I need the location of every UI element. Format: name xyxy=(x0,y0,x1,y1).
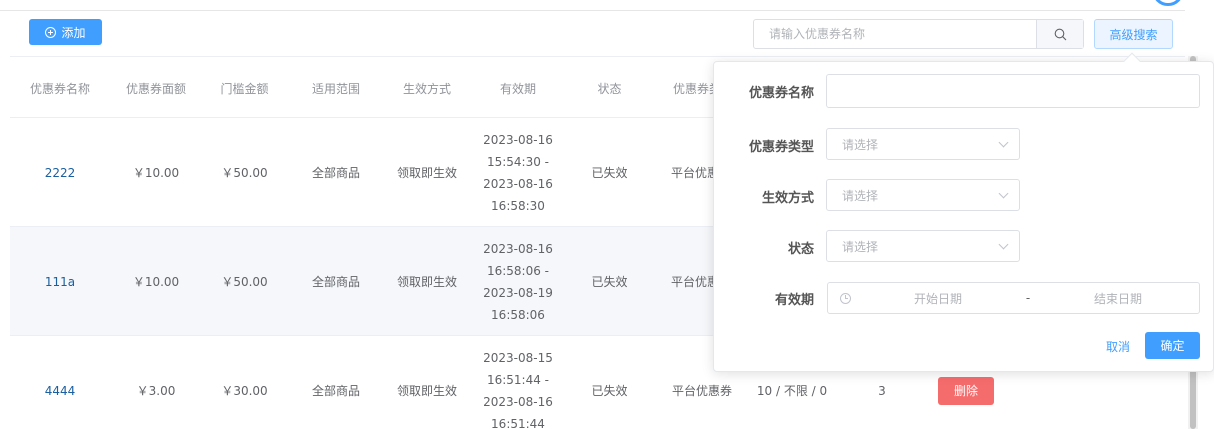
effect-mode: 领取即生效 xyxy=(396,166,457,180)
coupon-name-link[interactable]: 4444 xyxy=(10,336,110,429)
advanced-search-button[interactable]: 高级搜索 xyxy=(1094,19,1173,49)
coupon-amount: ￥10.00 xyxy=(132,275,180,289)
circle-plus-icon xyxy=(45,26,57,38)
header-divider xyxy=(0,10,1185,11)
advanced-search-popover: 优惠券名称 优惠券类型 请选择 生效方式 请选择 状态 请选择 有效期 开始日期… xyxy=(713,61,1214,372)
coupon-amount: ￥10.00 xyxy=(132,166,180,180)
effect-mode-select[interactable]: 请选择 xyxy=(826,179,1020,211)
clock-icon xyxy=(840,292,851,304)
confirm-button[interactable]: 确定 xyxy=(1145,332,1200,359)
search-icon xyxy=(1054,28,1066,40)
select-placeholder: 请选择 xyxy=(842,188,879,203)
scope: 全部商品 xyxy=(311,384,360,398)
search-button[interactable] xyxy=(1036,20,1083,48)
add-button-label: 添加 xyxy=(61,25,86,40)
coupon-name-field[interactable] xyxy=(826,74,1200,108)
coupon-type-select[interactable]: 请选择 xyxy=(826,128,1020,160)
effect-mode-label: 生效方式 xyxy=(761,191,814,206)
status-select[interactable]: 请选择 xyxy=(826,230,1020,262)
delete-button[interactable]: 删除 xyxy=(938,376,994,405)
column-header[interactable]: 门槛金额 xyxy=(202,57,287,119)
validity-date-range[interactable]: 开始日期 - 结束日期 xyxy=(827,282,1200,314)
coupon-list-page: 添加 高级搜索 优惠券名称 优惠券面额 门槛金额 适用范围 生效方式 有效期 状… xyxy=(0,0,1214,429)
column-header[interactable]: 优惠券名称 xyxy=(10,57,110,119)
status-badge: 已失效 xyxy=(591,275,628,289)
effect-mode: 领取即生效 xyxy=(396,275,457,289)
column-header[interactable]: 适用范围 xyxy=(287,57,385,119)
threshold-amount: ￥50.00 xyxy=(221,275,268,289)
threshold-amount: ￥30.00 xyxy=(221,384,268,398)
validity-period: 2023-08-16 16:58:06 - 2023-08-19 16:58:0… xyxy=(483,241,553,322)
threshold-amount: ￥50.00 xyxy=(221,166,268,180)
chevron-down-icon xyxy=(998,188,1009,198)
coupon-name-label: 优惠券名称 xyxy=(748,86,814,101)
cancel-button[interactable]: 取消 xyxy=(1106,338,1130,355)
select-placeholder: 请选择 xyxy=(842,239,879,254)
search-input[interactable] xyxy=(754,20,1036,48)
status-badge: 已失效 xyxy=(591,166,628,180)
select-placeholder: 请选择 xyxy=(842,137,879,152)
column-header[interactable]: 有效期 xyxy=(469,57,567,119)
validity-label: 有效期 xyxy=(774,293,814,308)
coupon-amount: ￥3.00 xyxy=(136,384,176,398)
avatar[interactable] xyxy=(1152,0,1184,6)
scope: 全部商品 xyxy=(311,166,360,180)
coupon-type-label: 优惠券类型 xyxy=(748,140,814,155)
coupon-name-link[interactable]: 2222 xyxy=(10,118,110,227)
effect-mode: 领取即生效 xyxy=(396,384,457,398)
status-label: 状态 xyxy=(787,242,814,257)
chevron-down-icon xyxy=(998,239,1009,249)
date-start-input[interactable]: 开始日期 xyxy=(863,290,1013,307)
coupon-name-link[interactable]: 111a xyxy=(10,227,110,336)
column-header[interactable]: 优惠券面额 xyxy=(110,57,202,119)
add-button[interactable]: 添加 xyxy=(29,19,102,45)
chevron-down-icon xyxy=(998,137,1009,147)
date-separator: - xyxy=(1025,291,1031,305)
column-header[interactable]: 生效方式 xyxy=(385,57,469,119)
scope: 全部商品 xyxy=(311,275,360,289)
status-badge: 已失效 xyxy=(591,384,628,398)
search-box xyxy=(753,19,1084,49)
coupon-name-input[interactable] xyxy=(827,75,1199,107)
validity-period: 2023-08-15 16:51:44 - 2023-08-16 16:51:4… xyxy=(483,350,553,429)
validity-period: 2023-08-16 15:54:30 - 2023-08-16 16:58:3… xyxy=(483,132,553,213)
date-end-input[interactable]: 结束日期 xyxy=(1043,290,1193,307)
column-header[interactable]: 状态 xyxy=(567,57,652,119)
